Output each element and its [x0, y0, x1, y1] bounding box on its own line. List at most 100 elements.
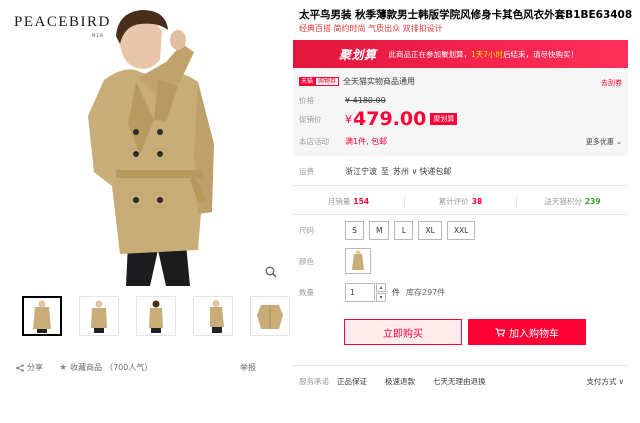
add-to-cart-button[interactable]: 加入购物车: [468, 319, 586, 345]
coupon-link[interactable]: 去刮券: [601, 78, 622, 88]
favorite-button[interactable]: ★ 收藏商品 （700人气）: [59, 362, 152, 373]
increase-button[interactable]: ▴: [376, 283, 386, 292]
currency-symbol: ¥: [345, 112, 352, 126]
promo-price-row: 促销价 ¥ 479.00 聚划算: [299, 108, 458, 130]
size-option-xxl[interactable]: XXL: [446, 221, 476, 240]
store-activity-row: 本店活动 满1件, 包邮: [299, 136, 387, 147]
original-price-row: 价格 ¥ 4180.00: [299, 95, 386, 106]
more-offers-link[interactable]: 更多优惠 ⌄: [586, 137, 622, 147]
favorite-label: 收藏商品: [70, 363, 103, 372]
cart-icon: [495, 327, 505, 337]
shipping-row: 运费 浙江宁波 至 苏州 ∨ 快递包邮: [299, 166, 451, 177]
tmall-points: 送天猫积分 239: [517, 196, 628, 207]
color-swatch-image: [352, 250, 364, 270]
price-panel: 聚划算 此商品正在参加聚划算，1天7小时后结束，请尽快购买！ 天猫 购物券 全天…: [293, 40, 628, 156]
color-option-khaki[interactable]: [345, 248, 371, 274]
original-price: ¥ 4180.00: [345, 96, 386, 105]
thumbnail-1[interactable]: [22, 296, 62, 336]
main-product-image[interactable]: PEACEBIRD MEN: [8, 4, 284, 286]
thumbnail-image: [149, 300, 163, 333]
shipping-label: 运费: [299, 167, 314, 176]
activity-label: 本店活动: [299, 137, 329, 146]
activity-text: 满1件, 包邮: [345, 137, 388, 146]
sales-label: 月销量: [327, 196, 351, 206]
coupon-tag: 购物券: [315, 77, 340, 86]
jhs-notice-suffix: 后结束，请尽快购买！: [503, 49, 579, 59]
add-to-cart-label: 加入购物车: [509, 328, 559, 340]
more-offers-label: 更多优惠: [585, 138, 614, 146]
service-row: 服务承诺 正品保证 极速退款 七天无理由退换 支付方式 ∨: [299, 376, 624, 387]
share-icon: [16, 363, 24, 372]
promo-price: 479.00: [353, 108, 427, 130]
jhs-countdown: 1天7小时: [471, 49, 504, 59]
sales-value: 154: [353, 196, 370, 206]
color-label: 颜色: [299, 256, 314, 266]
reviews-label: 累计评价: [438, 196, 469, 206]
monthly-sales: 月销量 154: [293, 195, 405, 207]
payment-label: 支付方式: [586, 377, 617, 386]
service-item-authentic[interactable]: 正品保证: [337, 376, 367, 387]
favorite-count: （700人气）: [105, 363, 153, 372]
thumbnail-image: [33, 300, 51, 333]
report-label: 举报: [240, 363, 256, 372]
share-button[interactable]: 分享: [16, 362, 43, 373]
brand-logo-sub: MEN: [92, 33, 104, 38]
brand-logo: PEACEBIRD: [14, 14, 111, 30]
size-option-l[interactable]: L: [394, 221, 414, 240]
buy-now-button[interactable]: 立即购买: [344, 319, 462, 345]
thumbnail-5[interactable]: [250, 296, 290, 336]
service-item-refund[interactable]: 极速退款: [385, 376, 415, 387]
star-icon: ★: [59, 362, 68, 373]
product-subtitle: 经典百搭 简约时尚 气质出众 双排扣设计: [299, 24, 443, 33]
payment-methods-dropdown[interactable]: 支付方式 ∨: [587, 376, 625, 387]
share-label: 分享: [27, 363, 43, 372]
jhs-notice-prefix: 此商品正在参加聚划算，: [388, 49, 472, 59]
divider: [293, 365, 628, 366]
decrease-button[interactable]: ▾: [376, 293, 386, 302]
size-option-xl[interactable]: XL: [418, 221, 442, 240]
service-label: 服务承诺: [299, 377, 329, 386]
stats-bar: 月销量 154 累计评价 38 送天猫积分 239: [293, 190, 628, 212]
divider: [293, 185, 628, 186]
promo-price-tag: 聚划算: [430, 113, 458, 125]
service-item-return[interactable]: 七天无理由退换: [433, 376, 486, 387]
size-row: 尺码 S M L XL XXL: [299, 221, 480, 240]
points-value: 239: [584, 196, 601, 206]
thumbnail-4[interactable]: [193, 296, 233, 336]
shipping-type: 快递包邮: [419, 167, 452, 176]
size-option-s[interactable]: S: [345, 221, 364, 240]
product-title: 太平鸟男装 秋季薄款男士韩版学院风修身卡其色风衣外套B1BE63408: [299, 9, 633, 21]
report-link[interactable]: 举报: [240, 362, 256, 373]
color-row: 颜色: [299, 248, 371, 274]
quantity-unit: 件: [392, 288, 400, 297]
model-photo: [8, 4, 284, 286]
quantity-input[interactable]: 1: [345, 283, 375, 302]
juhuasuan-logo: 聚划算: [339, 47, 377, 62]
chevron-down-icon: ∨: [409, 167, 418, 176]
quantity-label: 数量: [299, 288, 314, 297]
coupon-row: 天猫 购物券 全天猫实物商品通用: [299, 76, 415, 87]
total-reviews[interactable]: 累计评价 38: [405, 195, 517, 207]
price-label: 价格: [299, 96, 314, 105]
thumbnail-3[interactable]: [136, 296, 176, 336]
thumbnail-2[interactable]: [79, 296, 119, 336]
ship-to-prefix: 至: [381, 167, 389, 176]
divider: [293, 214, 628, 215]
ship-from: 浙江宁波: [345, 167, 377, 176]
zoom-icon[interactable]: [265, 266, 277, 278]
ship-to: 苏州: [393, 167, 409, 176]
promo-price-label: 促销价: [299, 114, 322, 124]
ship-to-select[interactable]: 苏州 ∨: [393, 166, 417, 177]
chevron-down-icon: ⌄: [616, 138, 622, 146]
quantity-row: 数量 1 ▴ ▾ 件 库存297件: [299, 283, 445, 302]
thumbnail-image: [257, 305, 283, 329]
tmall-tag: 天猫: [299, 77, 316, 86]
coupon-text: 全天猫实物商品通用: [343, 77, 416, 86]
size-option-m[interactable]: M: [369, 221, 390, 240]
reviews-value: 38: [471, 196, 483, 206]
thumbnail-image: [91, 300, 107, 333]
points-label: 送天猫积分: [544, 196, 582, 206]
size-label: 尺码: [299, 226, 314, 235]
stock-text: 库存297件: [406, 288, 446, 297]
share-bar: 分享 ★ 收藏商品 （700人气） 举报: [16, 362, 272, 373]
